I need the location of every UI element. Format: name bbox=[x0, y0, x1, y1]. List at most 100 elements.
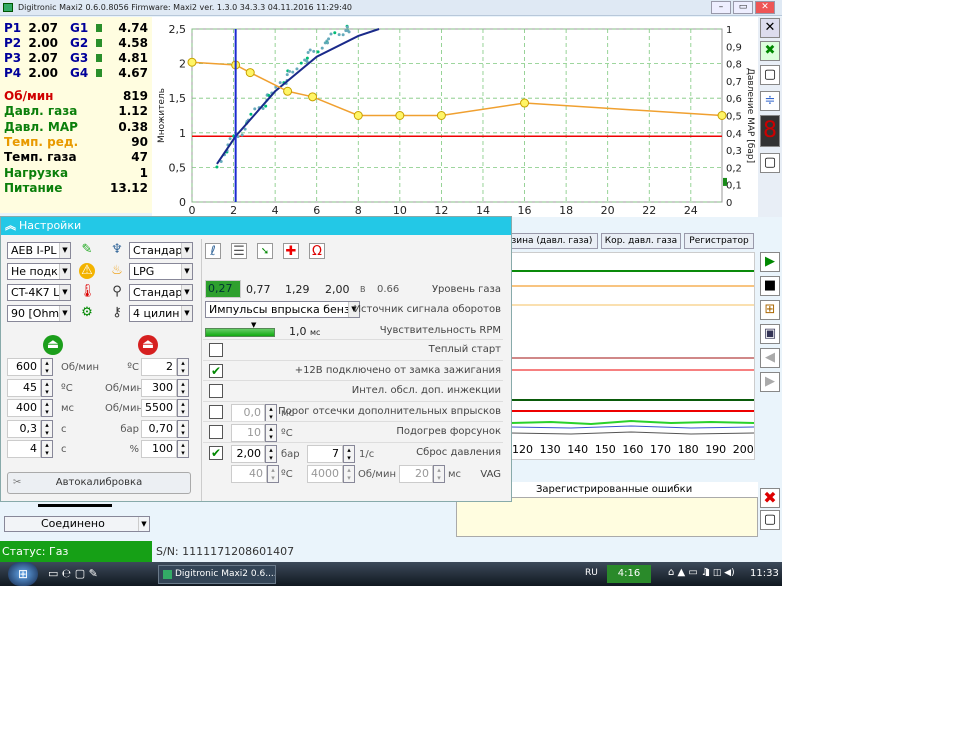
recorder-line-blue bbox=[510, 425, 755, 429]
temp-sensor-dropdown[interactable]: CT-4K7 L ▼ bbox=[7, 284, 71, 301]
option-stepper[interactable]: ▴ ▾ bbox=[265, 424, 277, 443]
rpm-source-dropdown[interactable]: Импульсы впрыска бенз ▼ bbox=[205, 301, 360, 318]
rpm-sensitivity-slider[interactable] bbox=[205, 328, 275, 337]
param-unit-left: ºC bbox=[61, 382, 73, 394]
param-value-right[interactable]: 2 bbox=[141, 358, 177, 376]
close-green-icon[interactable]: ✖ bbox=[760, 41, 780, 61]
next-icon[interactable]: ▶ bbox=[760, 372, 780, 392]
health-icon[interactable]: ✚ bbox=[283, 243, 299, 259]
maximize-button[interactable]: ▭ bbox=[733, 1, 753, 14]
option-value[interactable]: 0,0 bbox=[231, 403, 265, 422]
option-stepper-2[interactable]: ▴ ▾ bbox=[343, 445, 355, 463]
stepper-right[interactable]: ▴ ▾ bbox=[177, 358, 189, 376]
taskbar-app-button[interactable]: Digitronic Maxi2 0.6.... bbox=[158, 565, 276, 584]
ecu-type-dropdown[interactable]: AEB I-PL ▼ bbox=[7, 242, 71, 259]
multiplier-chart[interactable]: 0 2 4 6 8 10 12 14 16 18 20 22 24 0 0,5 1 1,5 2 2,5 0 0,1 0,2… bbox=[152, 17, 758, 217]
param-value-right[interactable]: 5500 bbox=[141, 399, 177, 417]
vag-temp[interactable]: 40 bbox=[231, 465, 267, 483]
injector-type-dropdown[interactable]: Стандар ▼ bbox=[129, 242, 193, 259]
stepper-left[interactable]: ▴ ▾ bbox=[41, 440, 53, 458]
save-icon[interactable]: ▣ bbox=[760, 324, 780, 344]
vag-ms[interactable]: 20 bbox=[399, 465, 433, 483]
resistance-dropdown[interactable]: 90 [Ohm ▼ bbox=[7, 305, 71, 322]
param-value-right[interactable]: 100 bbox=[141, 440, 177, 458]
close-button[interactable]: ✕ bbox=[755, 1, 775, 14]
param-value-left[interactable]: 4 bbox=[7, 440, 41, 458]
row-divider bbox=[203, 380, 503, 382]
option-checkbox[interactable] bbox=[209, 425, 223, 440]
injection-mode-dropdown[interactable]: Стандар ▼ bbox=[129, 284, 193, 301]
injector-settings-icon[interactable]: ℓ bbox=[205, 243, 221, 259]
param-value-left[interactable]: 0,3 bbox=[7, 419, 41, 438]
vag-ms-stepper[interactable]: ▴ ▾ bbox=[433, 465, 445, 483]
stepper-right[interactable]: ▴ ▾ bbox=[177, 378, 189, 397]
minimize-button[interactable]: – bbox=[711, 1, 731, 14]
injector-icon bbox=[96, 69, 102, 77]
stepper-left[interactable]: ▴ ▾ bbox=[41, 419, 53, 438]
stepper-left[interactable]: ▴ ▾ bbox=[41, 378, 53, 397]
list-icon[interactable]: ☰ bbox=[231, 243, 247, 259]
settings-header[interactable]: ︽ Настройки bbox=[1, 217, 511, 235]
quicklaunch-icons[interactable]: ▭ ℮ ▢ ✎ bbox=[48, 567, 98, 580]
slider-thumb-icon[interactable]: ▼ bbox=[251, 321, 256, 329]
lock-icon[interactable]: Ω bbox=[309, 243, 325, 259]
param-value-left[interactable]: 45 bbox=[7, 378, 41, 397]
prev-icon[interactable]: ◀ bbox=[760, 348, 780, 368]
option-stepper[interactable]: ▴ ▾ bbox=[265, 403, 277, 422]
recorder-graph-svg bbox=[510, 270, 755, 435]
calibration-point bbox=[306, 51, 310, 55]
play-icon[interactable]: ▶ bbox=[760, 252, 780, 272]
autocalibration-button[interactable]: ✂ Автокалибровка bbox=[7, 472, 191, 494]
param-value-left[interactable]: 600 bbox=[7, 358, 41, 376]
stepper-right[interactable]: ▴ ▾ bbox=[177, 440, 189, 458]
vag-rpm[interactable]: 4000 bbox=[307, 465, 343, 483]
clear-errors-icon[interactable]: ✖ bbox=[760, 488, 780, 508]
param-value-right[interactable]: 300 bbox=[141, 378, 177, 397]
stepper-left[interactable]: ▴ ▾ bbox=[41, 358, 53, 376]
gas-level-3[interactable]: 1,29 bbox=[285, 283, 310, 296]
arrow-icon[interactable]: ➘ bbox=[257, 243, 273, 259]
option-value[interactable]: 10 bbox=[231, 424, 265, 443]
gas-level-1[interactable]: 0,27 bbox=[205, 280, 241, 298]
recorder-toolbar: ▶ ■ ⊞ ▣ ◀ ▶ bbox=[758, 252, 782, 412]
option-checkbox[interactable]: ✔ bbox=[209, 363, 223, 378]
stepper-left[interactable]: ▴ ▾ bbox=[41, 399, 53, 417]
fuel-type-dropdown[interactable]: LPG ▼ bbox=[129, 263, 193, 280]
param-value-left[interactable]: 400 bbox=[7, 399, 41, 417]
start-button[interactable]: ⊞ bbox=[8, 562, 38, 586]
option-checkbox[interactable] bbox=[209, 384, 223, 399]
sensor-dropdown[interactable]: Не подк. ▼ bbox=[7, 263, 71, 280]
recorder-line-lightgreen bbox=[510, 419, 755, 426]
option-checkbox[interactable] bbox=[209, 343, 223, 357]
option-stepper[interactable]: ▴ ▾ bbox=[265, 445, 277, 463]
language-indicator[interactable]: RU bbox=[585, 568, 598, 578]
errors-frame-icon[interactable]: ▢ bbox=[760, 510, 780, 530]
frame-icon[interactable]: ▢ bbox=[760, 153, 780, 173]
cylinder-count-dropdown[interactable]: 4 цилин ▼ bbox=[129, 305, 193, 322]
connection-dropdown[interactable]: Соединено ▼ bbox=[4, 516, 150, 532]
window-icon[interactable]: ▢ bbox=[760, 65, 780, 85]
vag-temp-stepper[interactable]: ▴ ▾ bbox=[267, 465, 279, 483]
adjust-icon[interactable]: ≑ bbox=[760, 91, 780, 111]
open-folder-icon[interactable]: ⊞ bbox=[760, 300, 780, 320]
stop-icon[interactable]: ■ bbox=[760, 276, 780, 296]
stepper-right[interactable]: ▴ ▾ bbox=[177, 399, 189, 417]
option-value[interactable]: 2,00 bbox=[231, 445, 265, 463]
close-x-icon[interactable]: ✕ bbox=[760, 18, 780, 38]
gas-level-2[interactable]: 0,77 bbox=[246, 283, 271, 296]
multiplier-point bbox=[395, 111, 405, 120]
stepper-right[interactable]: ▴ ▾ bbox=[177, 419, 189, 438]
vag-rpm-stepper[interactable]: ▴ ▾ bbox=[343, 465, 355, 483]
gas-level-4[interactable]: 2,00 bbox=[325, 283, 350, 296]
tab-gasoline-pressure[interactable]: нзина (давл. газа) bbox=[500, 233, 598, 249]
tab-gas-pressure-correction[interactable]: Кор. давл. газа bbox=[601, 233, 681, 249]
multiplier-point bbox=[520, 98, 530, 108]
param-value-right[interactable]: 0,70 bbox=[141, 419, 177, 438]
collapse-chevron-icon[interactable]: ︽ bbox=[5, 217, 16, 235]
option-value-2[interactable]: 7 bbox=[307, 445, 343, 463]
tray-icons[interactable]: ⌂ ▲ ▭ ♫ bbox=[668, 567, 710, 578]
option-checkbox[interactable]: ✔ bbox=[209, 446, 223, 460]
tray-icons-2[interactable]: ▮ ◫ ◀) bbox=[705, 568, 735, 578]
option-checkbox[interactable] bbox=[209, 404, 223, 419]
tab-recorder[interactable]: Регистратор bbox=[684, 233, 754, 249]
